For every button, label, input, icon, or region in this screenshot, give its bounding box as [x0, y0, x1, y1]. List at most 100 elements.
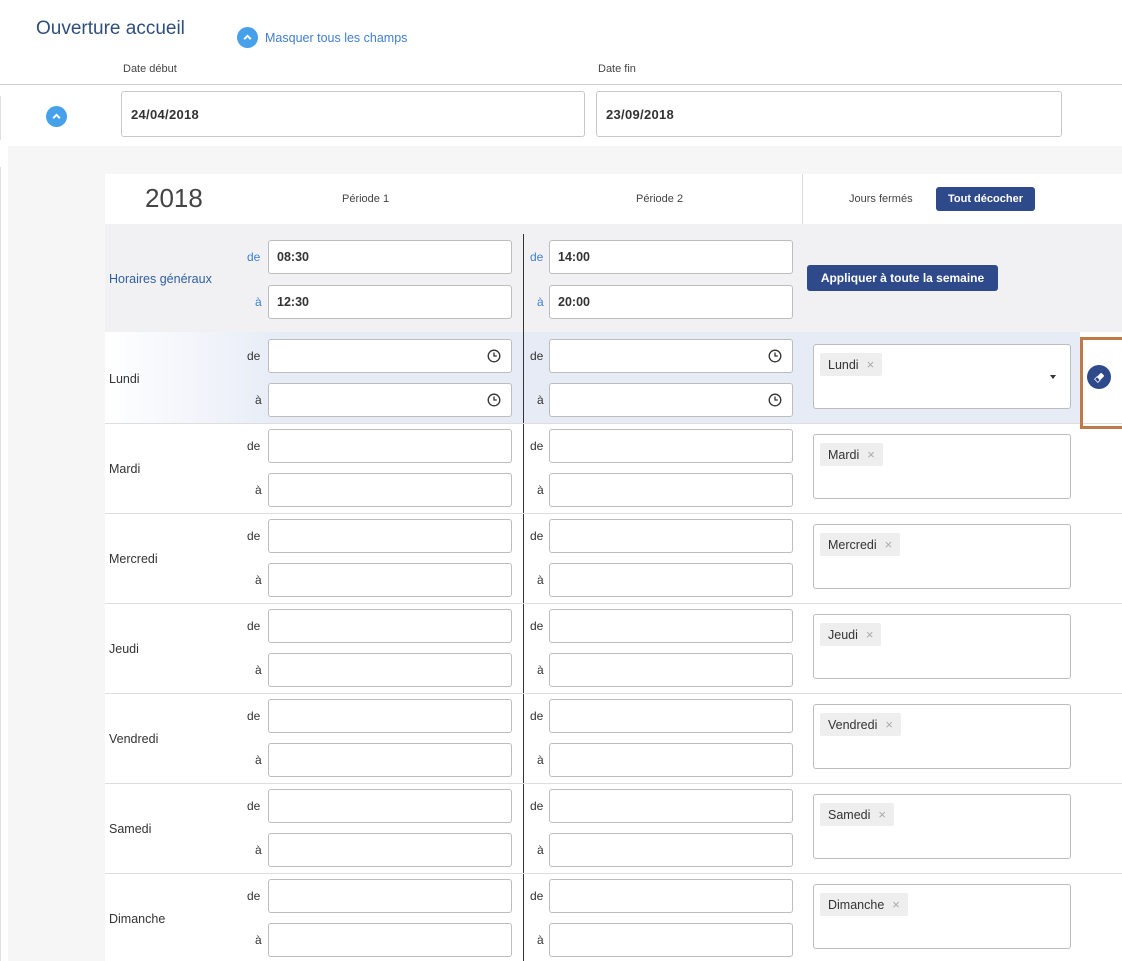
- clock-icon[interactable]: [768, 393, 782, 407]
- clear-row-button[interactable]: [1087, 365, 1111, 389]
- page-left-border: [0, 167, 1, 961]
- to-prefix: à: [537, 573, 544, 587]
- start-date-input[interactable]: 24/04/2018: [121, 91, 585, 137]
- from-prefix: de: [530, 250, 544, 264]
- header-divider: [0, 84, 1122, 85]
- to-prefix: à: [255, 295, 262, 309]
- closed-days-select[interactable]: Dimanche ×: [813, 884, 1071, 949]
- to-prefix: à: [255, 393, 262, 407]
- hide-all-fields-link[interactable]: Masquer tous les champs: [237, 27, 407, 48]
- row-divider: [105, 873, 1122, 874]
- p2-from-input[interactable]: [549, 339, 793, 373]
- p1-from-input[interactable]: [268, 339, 512, 373]
- remove-tag-icon[interactable]: ×: [878, 807, 886, 822]
- remove-tag-icon[interactable]: ×: [867, 447, 875, 462]
- from-prefix: de: [247, 250, 261, 264]
- collapse-section-button[interactable]: [46, 106, 67, 127]
- closed-day-tag: Dimanche ×: [820, 893, 908, 916]
- hide-all-fields-label: Masquer tous les champs: [265, 30, 408, 45]
- general-p2-to-input[interactable]: 20:00: [549, 285, 793, 319]
- remove-tag-icon[interactable]: ×: [867, 357, 875, 372]
- start-date-value: 24/04/2018: [131, 106, 200, 122]
- p2-from-input[interactable]: [549, 699, 793, 733]
- year-label: 2018: [145, 183, 203, 213]
- from-prefix: de: [247, 709, 261, 723]
- remove-tag-icon[interactable]: ×: [892, 897, 900, 912]
- p2-to-input[interactable]: [549, 653, 793, 687]
- p2-to-input[interactable]: [549, 923, 793, 957]
- closed-days-select[interactable]: Lundi ×: [813, 344, 1071, 409]
- p1-from-input[interactable]: [268, 789, 512, 823]
- p1-from-input[interactable]: [268, 609, 512, 643]
- day-name: Mercredi: [109, 552, 158, 566]
- p2-to-input[interactable]: [549, 473, 793, 507]
- clock-icon[interactable]: [487, 393, 501, 407]
- chevron-up-icon: [52, 113, 61, 119]
- p2-to-input[interactable]: [549, 833, 793, 867]
- p2-from-input[interactable]: [549, 609, 793, 643]
- general-p1-from-input[interactable]: 08:30: [268, 240, 512, 274]
- general-p1-to-input[interactable]: 12:30: [268, 285, 512, 319]
- general-p2-from-input[interactable]: 14:00: [549, 240, 793, 274]
- p2-to-input[interactable]: [549, 563, 793, 597]
- from-prefix: de: [530, 799, 544, 813]
- closed-days-select[interactable]: Jeudi ×: [813, 614, 1071, 679]
- clock-icon[interactable]: [768, 349, 782, 363]
- to-prefix: à: [537, 393, 544, 407]
- header-separator: [802, 174, 803, 224]
- chevron-down-icon[interactable]: [1050, 375, 1056, 379]
- p1-from-input[interactable]: [268, 879, 512, 913]
- from-prefix: de: [530, 349, 544, 363]
- p1-to-input[interactable]: [268, 563, 512, 597]
- end-date-value: 23/09/2018: [606, 106, 675, 122]
- to-prefix: à: [255, 573, 262, 587]
- page-title: Ouverture accueil: [36, 18, 185, 39]
- p1-to-input[interactable]: [268, 383, 512, 417]
- end-date-input[interactable]: 23/09/2018: [596, 91, 1062, 137]
- remove-tag-icon[interactable]: ×: [885, 537, 893, 552]
- p1-to-input[interactable]: [268, 923, 512, 957]
- tag-label: Mardi: [828, 447, 860, 462]
- remove-tag-icon[interactable]: ×: [885, 717, 893, 732]
- clock-icon[interactable]: [487, 349, 501, 363]
- general-hours-label: Horaires généraux: [109, 272, 212, 286]
- closed-days-select[interactable]: Mardi ×: [813, 434, 1071, 499]
- from-prefix: de: [530, 529, 544, 543]
- tag-label: Vendredi: [828, 717, 878, 732]
- remove-tag-icon[interactable]: ×: [866, 627, 874, 642]
- to-prefix: à: [537, 753, 544, 767]
- p2-to-input[interactable]: [549, 743, 793, 777]
- p1-from-input[interactable]: [268, 429, 512, 463]
- p2-from-input[interactable]: [549, 789, 793, 823]
- closed-days-select[interactable]: Mercredi ×: [813, 524, 1071, 589]
- row-divider: [105, 693, 1122, 694]
- day-name: Mardi: [109, 462, 141, 476]
- p1-to-input[interactable]: [268, 473, 512, 507]
- end-date-label: Date fin: [598, 63, 636, 75]
- eraser-icon: [1093, 372, 1104, 383]
- closed-day-tag: Vendredi ×: [820, 713, 901, 736]
- p1-from-input[interactable]: [268, 699, 512, 733]
- closed-day-tag: Lundi ×: [820, 353, 883, 376]
- p2-from-input[interactable]: [549, 879, 793, 913]
- p1-to-input[interactable]: [268, 653, 512, 687]
- to-prefix: à: [537, 483, 544, 497]
- day-name: Vendredi: [109, 732, 159, 746]
- p1-to-input[interactable]: [268, 833, 512, 867]
- from-prefix: de: [247, 349, 261, 363]
- closed-day-tag: Mardi ×: [820, 443, 883, 466]
- day-name: Lundi: [109, 372, 140, 386]
- closed-days-select[interactable]: Samedi ×: [813, 794, 1071, 859]
- from-prefix: de: [247, 799, 261, 813]
- from-prefix: de: [247, 889, 261, 903]
- uncheck-all-button[interactable]: Tout décocher: [936, 187, 1035, 211]
- to-prefix: à: [255, 933, 262, 947]
- p1-from-input[interactable]: [268, 519, 512, 553]
- p1-to-input[interactable]: [268, 743, 512, 777]
- day-name: Dimanche: [109, 912, 166, 926]
- closed-days-select[interactable]: Vendredi ×: [813, 704, 1071, 769]
- p2-from-input[interactable]: [549, 519, 793, 553]
- apply-all-week-button[interactable]: Appliquer à toute la semaine: [807, 265, 998, 291]
- p2-from-input[interactable]: [549, 429, 793, 463]
- p2-to-input[interactable]: [549, 383, 793, 417]
